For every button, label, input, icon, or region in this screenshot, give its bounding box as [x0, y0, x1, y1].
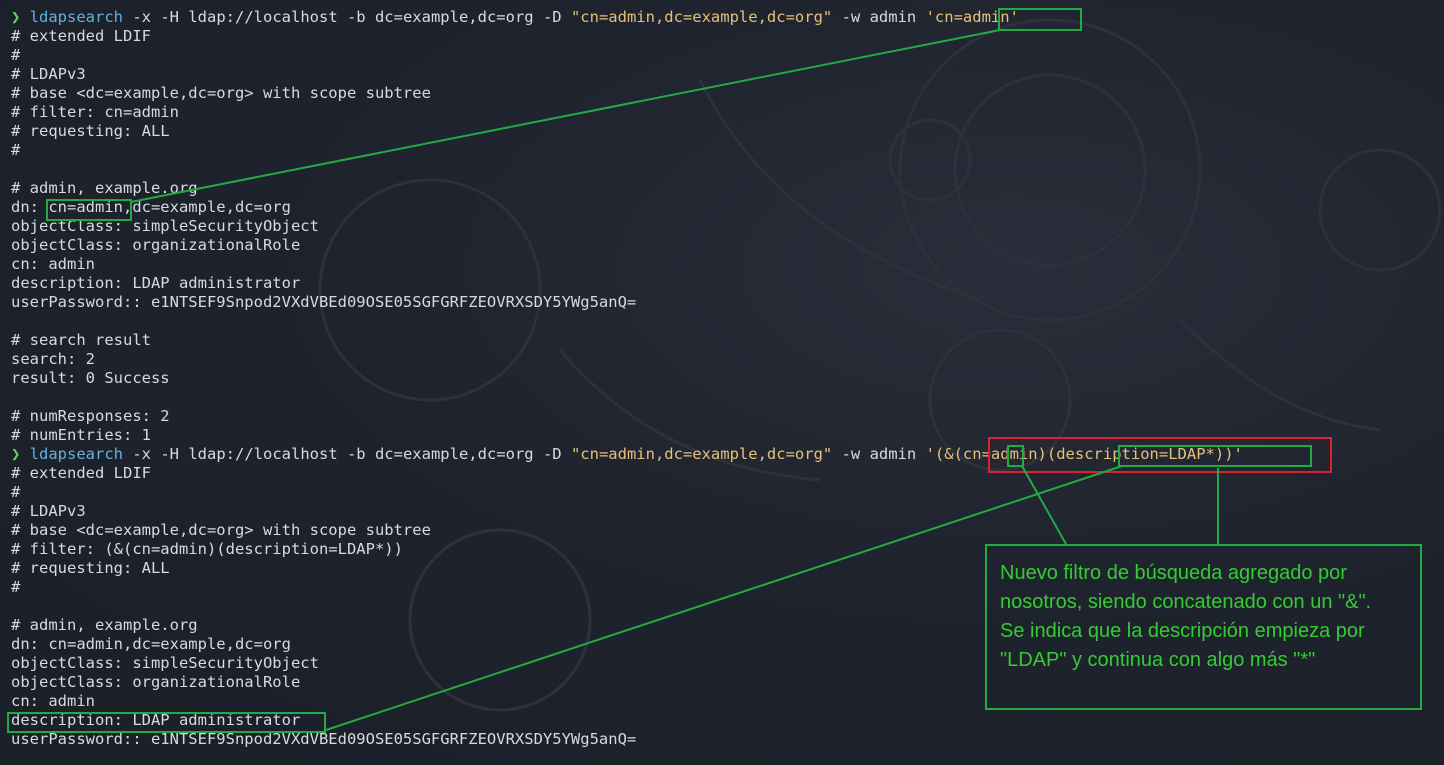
explanation-callout: Nuevo filtro de búsqueda agregado por no… — [985, 544, 1422, 710]
connector-ampersand-to-callout — [1021, 465, 1067, 545]
callout-paragraph-2: Se indica que la descripción empieza por… — [1000, 620, 1365, 671]
callout-paragraph-1: Nuevo filtro de búsqueda agregado por no… — [1000, 562, 1372, 613]
connector-filter-to-dn — [130, 29, 1001, 203]
